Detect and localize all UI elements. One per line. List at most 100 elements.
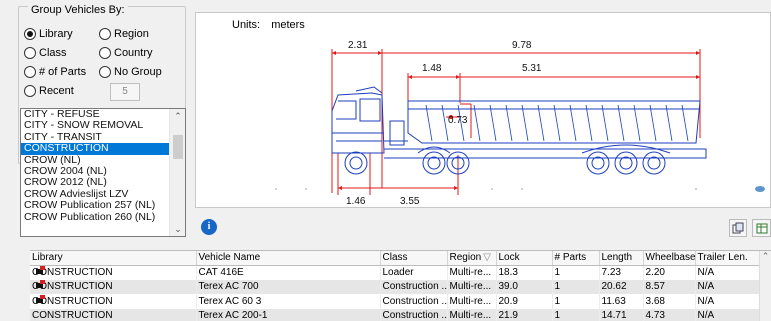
library-list-scrollbar[interactable]: ⌃ ⌄ <box>169 109 185 236</box>
vehicle-preview-panel: Units: meters 2.31 9.78 1.48 5.31 0.73 1… <box>195 12 771 208</box>
cell-class: Construction ... <box>380 294 448 309</box>
dim-wheelbase: 3.55 <box>400 196 420 207</box>
export-button[interactable] <box>752 219 771 237</box>
library-listbox[interactable]: CITY - REFUSE CITY - SNOW REMOVAL CITY -… <box>20 108 186 237</box>
dim-overall-length: 9.78 <box>512 40 532 51</box>
radio-no-group-dot[interactable] <box>99 66 111 78</box>
cell-vehicle-name: Terex AC 200-1 <box>196 308 381 321</box>
column-header-lock[interactable]: Lock <box>496 251 553 266</box>
radio-class-label: Class <box>39 47 67 59</box>
cell-class: Construction ... <box>380 279 448 294</box>
cell-vehicle-name: CAT 416E <box>196 265 381 280</box>
scroll-up-icon[interactable]: ⌃ <box>170 109 185 123</box>
vehicle-row-icon <box>36 266 45 274</box>
table-header-row: Library Vehicle Name Class Region ▽ Lock … <box>30 251 760 266</box>
radio-country-label: Country <box>114 47 153 59</box>
row-icons <box>36 266 45 303</box>
cell-lock: 18.3 <box>496 265 553 280</box>
radio-library[interactable]: Library <box>24 28 73 40</box>
cell-region: Multi-re... <box>447 279 497 294</box>
eye-icon <box>755 186 765 192</box>
info-button[interactable]: i <box>201 219 217 235</box>
table-scrollbar[interactable]: ⌃ <box>759 251 771 321</box>
vehicle-table: Library Vehicle Name Class Region ▽ Lock … <box>30 250 771 321</box>
cell-lock: 20.9 <box>496 294 553 309</box>
vehicle-drawing: 2.31 9.78 1.48 5.31 0.73 1.46 3.55 <box>275 40 765 207</box>
cell-class: Construction ... <box>380 308 448 321</box>
cell-lock: 39.0 <box>496 279 553 294</box>
column-header-parts[interactable]: # Parts <box>552 251 600 266</box>
radio-no-group-label: No Group <box>114 66 162 78</box>
cell-wheelbase: 2.20 <box>643 265 696 280</box>
column-header-wheelbase[interactable]: Wheelbase <box>643 251 696 266</box>
radio-country-dot[interactable] <box>99 47 111 59</box>
radio-recent-label: Recent <box>39 85 74 97</box>
column-header-region[interactable]: Region ▽ <box>447 251 497 266</box>
radio-class[interactable]: Class <box>24 47 67 59</box>
list-item[interactable]: CROW Publication 260 (NL) <box>21 211 171 223</box>
cell-region: Multi-re... <box>447 294 497 309</box>
cell-region: Multi-re... <box>447 308 497 321</box>
column-header-vehicle-name[interactable]: Vehicle Name <box>196 251 381 266</box>
scroll-thumb[interactable] <box>173 135 183 159</box>
cell-trailer-length: N/A <box>695 279 760 294</box>
cell-trailer-length: N/A <box>695 294 760 309</box>
dim-front-axle: 1.46 <box>346 196 366 207</box>
column-header-class[interactable]: Class <box>380 251 448 266</box>
cell-region: Multi-re... <box>447 265 497 280</box>
dim-front-overhang: 2.31 <box>348 40 368 51</box>
truck-icon <box>331 86 707 175</box>
radio-number-of-parts[interactable]: # of Parts <box>24 66 86 78</box>
group-vehicles-by-title: Group Vehicles By: <box>28 4 128 16</box>
copy-button[interactable] <box>729 219 747 237</box>
cell-parts: 1 <box>552 265 600 280</box>
cell-vehicle-name: Terex AC 700 <box>196 279 381 294</box>
column-header-library[interactable]: Library <box>30 251 197 266</box>
vehicle-row-icon <box>36 280 45 288</box>
radio-region[interactable]: Region <box>99 28 149 40</box>
dim-body-offset: 1.48 <box>422 63 442 74</box>
copy-icon <box>732 222 744 234</box>
cell-length: 11.63 <box>599 294 644 309</box>
filter-icon[interactable]: ▽ <box>483 252 491 263</box>
radio-recent[interactable]: Recent <box>24 85 74 97</box>
recent-count-field[interactable]: 5 <box>110 83 140 101</box>
table-row[interactable]: CONSTRUCTION Terex AC 700 Construction .… <box>30 279 760 294</box>
cell-length: 7.23 <box>599 265 644 280</box>
radio-country[interactable]: Country <box>99 47 153 59</box>
cell-trailer-length: N/A <box>695 308 760 321</box>
cell-class: Loader <box>380 265 448 280</box>
scroll-down-icon[interactable]: ⌄ <box>170 222 185 236</box>
list-item[interactable]: CROW Publication 257 (NL) <box>21 199 171 211</box>
radio-region-label: Region <box>114 28 149 40</box>
column-header-length[interactable]: Length <box>599 251 644 266</box>
radio-number-of-parts-label: # of Parts <box>39 66 87 78</box>
cell-parts: 1 <box>552 294 600 309</box>
export-icon <box>756 223 767 234</box>
radio-library-dot[interactable] <box>24 28 36 40</box>
table-row[interactable]: CONSTRUCTION Terex AC 60 3 Construction … <box>30 294 760 309</box>
info-icon: i <box>207 221 211 232</box>
radio-number-of-parts-dot[interactable] <box>24 66 36 78</box>
table-row[interactable]: CONSTRUCTION CAT 416E Loader Multi-re...… <box>30 265 760 280</box>
dim-articulation: 0.73 <box>448 115 468 126</box>
radio-no-group[interactable]: No Group <box>99 66 162 78</box>
column-header-trailer-length[interactable]: Trailer Len. <box>695 251 760 266</box>
cell-length: 20.62 <box>599 279 644 294</box>
radio-recent-dot[interactable] <box>24 85 36 97</box>
dim-body-length: 5.31 <box>522 63 542 74</box>
column-header-region-label: Region <box>449 252 482 264</box>
cell-trailer-length: N/A <box>695 265 760 280</box>
radio-region-dot[interactable] <box>99 28 111 40</box>
cell-parts: 1 <box>552 308 600 321</box>
cell-wheelbase: 3.68 <box>643 294 696 309</box>
list-item-selected[interactable]: CONSTRUCTION <box>21 142 171 155</box>
cell-lock: 21.9 <box>496 308 553 321</box>
table-row[interactable]: CONSTRUCTION Terex AC 200-1 Construction… <box>30 308 760 321</box>
cell-wheelbase: 4.73 <box>643 308 696 321</box>
cell-wheelbase: 8.57 <box>643 279 696 294</box>
cell-length: 14.71 <box>599 308 644 321</box>
vehicle-row-icon <box>36 295 45 303</box>
radio-class-dot[interactable] <box>24 47 36 59</box>
cell-vehicle-name: Terex AC 60 3 <box>196 294 381 309</box>
